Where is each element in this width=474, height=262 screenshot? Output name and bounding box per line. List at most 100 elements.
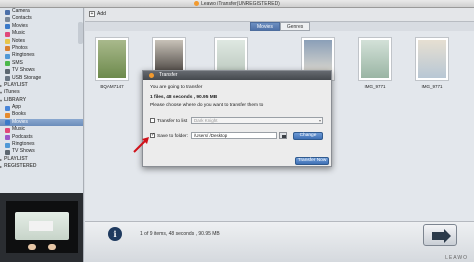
preview-pane — [0, 193, 84, 262]
sidebar-item-label: Podcasts — [12, 133, 33, 140]
ringtones-icon — [5, 142, 10, 148]
sidebar-item-device-5[interactable]: Photos — [0, 45, 83, 52]
sidebar-item-library-2[interactable]: Movies — [0, 118, 83, 127]
transfer-button[interactable] — [423, 224, 457, 246]
sidebar-item-library-6[interactable]: TV Shows — [0, 148, 83, 155]
sidebar-item-library-0[interactable]: App — [0, 104, 83, 111]
thumbnail-image — [418, 40, 446, 78]
movies-icon — [5, 120, 10, 126]
tab-movies[interactable]: Movies — [250, 22, 280, 31]
brand-label: LEAWO — [445, 255, 468, 261]
sidebar-item-library-1[interactable]: Books — [0, 111, 83, 118]
music-icon — [5, 127, 10, 133]
red-pointer-arrow-icon — [133, 137, 149, 153]
sidebar-item-device-1[interactable]: Contacts — [0, 15, 83, 22]
sidebar-item-label: Music — [12, 126, 26, 133]
status-bar: i 1 of 9 items, 48 seconds , 90.95 MB LE… — [85, 221, 474, 262]
sidebar-item-label: Ringtones — [12, 52, 35, 59]
transfer-to-list-option[interactable]: Transfer to list — [150, 118, 187, 124]
thumbnail-label: IMG_9771 — [421, 84, 443, 89]
sms-icon — [5, 61, 10, 67]
sidebar-item-label: Notes — [12, 37, 26, 44]
sidebar: Camera Contacts Movies Music Notes Photos Ring… — [0, 8, 84, 193]
device-list: Camera Contacts Movies Music Notes Photos Ring… — [0, 8, 83, 82]
sidebar-item-device-2[interactable]: Movies — [0, 23, 83, 30]
usb-storage-icon — [5, 76, 10, 82]
sidebar-item-label: Movies — [12, 22, 28, 29]
title-bar: Leawo iTransfer(UNREGISTERED) — [0, 0, 474, 8]
folder-icon[interactable] — [279, 132, 287, 139]
transfer-now-button[interactable]: Transfer Now — [295, 157, 329, 165]
camera-icon — [5, 9, 10, 15]
sidebar-item-device-9[interactable]: USB Storage — [0, 75, 83, 82]
folder-path-field[interactable]: /Users/ /Desktop — [191, 132, 277, 139]
toolbar: + Add — [85, 8, 474, 22]
photos-icon — [5, 46, 10, 52]
add-button[interactable]: + Add — [89, 11, 106, 17]
dialog-title: Transfer — [159, 72, 178, 78]
sidebar-item-label: TV Shows — [12, 67, 35, 74]
sidebar-item-device-6[interactable]: Ringtones — [0, 52, 83, 59]
status-text: 1 of 9 items, 48 seconds , 90.95 MB — [140, 231, 220, 237]
sidebar-item-device-0[interactable]: Camera — [0, 8, 83, 15]
window-title: Leawo iTransfer(UNREGISTERED) — [0, 1, 474, 7]
sidebar-item-label: Ringtones — [12, 141, 35, 148]
sidebar-item-library-4[interactable]: Podcasts — [0, 134, 83, 141]
change-button[interactable]: Change — [293, 132, 323, 140]
transfer-dialog: Transfer You are going to transfer 1 fil… — [142, 70, 332, 167]
sidebar-section-library[interactable]: LIBRARY — [0, 97, 83, 105]
sidebar-item-label: Photos — [12, 44, 28, 51]
video-thumbnail[interactable] — [358, 37, 392, 81]
save-to-folder-option[interactable]: Save to folder: — [150, 132, 188, 139]
sidebar-item-label: USB Storage — [12, 74, 42, 81]
sidebar-item-label: Music — [12, 30, 26, 37]
music-icon — [5, 31, 10, 37]
library-list: App Books Movies Music Podcasts Ringtones TV S… — [0, 104, 83, 156]
thumbnail-image — [98, 40, 126, 78]
sidebar-item-library-3[interactable]: Music — [0, 126, 83, 133]
dialog-title-bar: Transfer — [143, 71, 331, 80]
sidebar-item-label: SMS — [12, 59, 23, 66]
view-tabs: Movies Genres — [250, 22, 311, 31]
video-thumbnail[interactable] — [95, 37, 129, 81]
sidebar-scrollbar[interactable] — [78, 22, 83, 44]
thumbnail-label: BQAM7147 — [100, 84, 124, 89]
sidebar-section-playlist[interactable]: PLAYLIST — [0, 82, 83, 90]
sidebar-section-playlist-2[interactable]: PLAYLIST — [0, 156, 83, 164]
sidebar-item-label: Camera — [12, 8, 30, 14]
sidebar-item-label: Movies — [12, 118, 28, 125]
arrow-right-icon — [432, 229, 451, 243]
thumbnail-image — [361, 40, 389, 78]
movies-icon — [5, 24, 10, 30]
sidebar-section-registered[interactable]: REGISTERED — [0, 163, 83, 171]
video-thumbnail[interactable] — [415, 37, 449, 81]
dialog-line-prompt: Please choose where do you want to trans… — [150, 103, 264, 108]
chevron-down-icon: ▾ — [318, 118, 321, 123]
ringtones-icon — [5, 53, 10, 59]
sidebar-item-device-8[interactable]: TV Shows — [0, 67, 83, 74]
sidebar-section-itunes[interactable]: iTunes — [0, 89, 83, 97]
tvshows-icon — [5, 149, 10, 155]
podcasts-icon — [5, 135, 10, 141]
app-logo-icon — [149, 73, 154, 78]
contacts-icon — [5, 16, 10, 22]
sidebar-item-device-7[interactable]: SMS — [0, 60, 83, 67]
books-icon — [5, 112, 10, 118]
sidebar-item-label: Contacts — [12, 15, 32, 22]
sidebar-item-label: Books — [12, 111, 26, 118]
preview-image — [6, 201, 78, 253]
dialog-line-summary: 1 files, 48 seconds , 90.95 MB — [150, 95, 218, 100]
dialog-line-intro: You are going to transfer — [150, 85, 203, 90]
playlist-select[interactable]: Dark Knight ▾ — [191, 117, 323, 124]
sidebar-item-library-5[interactable]: Ringtones — [0, 141, 83, 148]
app-logo-icon — [194, 1, 200, 7]
sidebar-item-label: TV Shows — [12, 148, 35, 155]
transfer-to-list-checkbox[interactable] — [150, 118, 155, 123]
sidebar-item-label: App — [12, 104, 21, 111]
notes-icon — [5, 39, 10, 45]
thumbnail-label: IMG_9771 — [364, 84, 386, 89]
sidebar-item-device-3[interactable]: Music — [0, 30, 83, 37]
sidebar-item-device-4[interactable]: Notes — [0, 38, 83, 45]
tab-genres[interactable]: Genres — [279, 22, 311, 31]
info-icon[interactable]: i — [108, 227, 122, 241]
